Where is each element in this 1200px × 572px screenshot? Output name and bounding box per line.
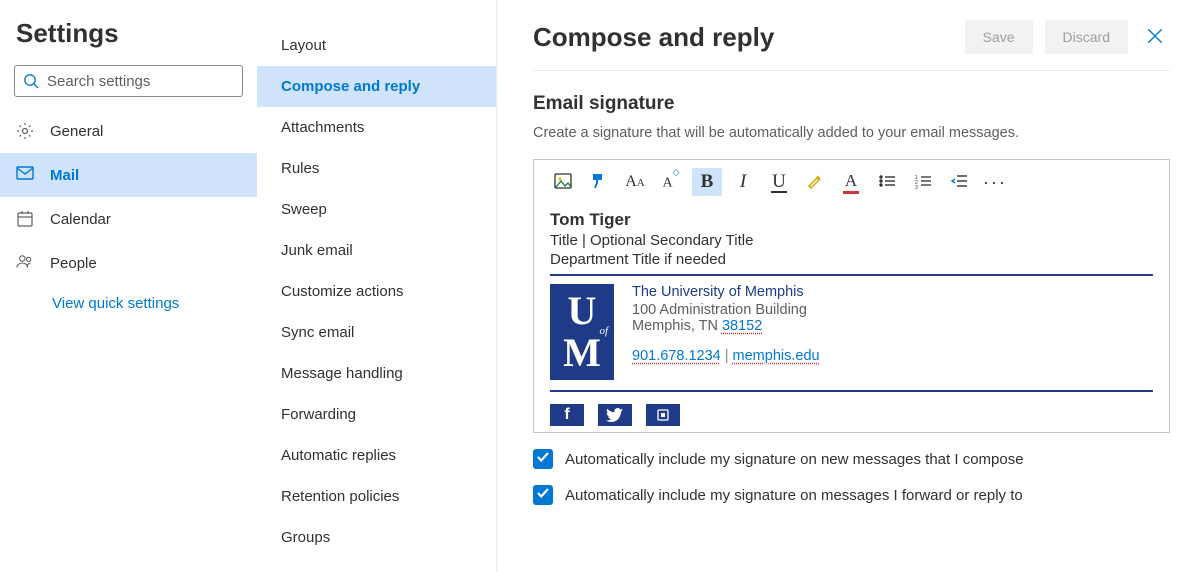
- font-size-button[interactable]: A◇: [656, 168, 686, 196]
- outdent-icon: [950, 172, 968, 193]
- number-list-icon: 123: [914, 172, 932, 193]
- signature-city: Memphis, TN: [632, 318, 722, 334]
- font-family-icon: AA: [625, 173, 645, 191]
- outdent-button[interactable]: [944, 168, 974, 196]
- highlight-icon: [806, 172, 824, 193]
- font-family-button[interactable]: AA: [620, 168, 650, 196]
- include-on-new-label: Automatically include my signature on ne…: [565, 451, 1024, 468]
- font-size-icon: A◇: [662, 173, 679, 192]
- close-button[interactable]: [1140, 22, 1170, 52]
- subnav-attachments[interactable]: Attachments: [257, 107, 496, 148]
- signature-separator: |: [721, 348, 733, 364]
- paint-brush-icon: [590, 172, 608, 193]
- check-icon: [536, 486, 550, 504]
- subnav-junk-email[interactable]: Junk email: [257, 230, 496, 271]
- people-icon: [16, 254, 34, 272]
- underline-icon: U: [771, 172, 787, 193]
- editor-toolbar: AA A◇ B I U A 123 ···: [534, 160, 1169, 204]
- discard-button[interactable]: Discard: [1045, 20, 1128, 54]
- settings-subnav: Layout Compose and reply Attachments Rul…: [257, 0, 497, 572]
- signature-name: Tom Tiger: [550, 210, 1153, 232]
- subnav-sweep[interactable]: Sweep: [257, 189, 496, 230]
- main-pane-title: Compose and reply: [533, 22, 774, 53]
- signature-editor: AA A◇ B I U A 123 ··· Tom Tiger Title | …: [533, 159, 1170, 433]
- logo-letter-m: M: [563, 337, 601, 369]
- italic-button[interactable]: I: [728, 168, 758, 196]
- underline-button[interactable]: U: [764, 168, 794, 196]
- sidebar-item-calendar[interactable]: Calendar: [0, 197, 257, 241]
- twitter-icon[interactable]: [598, 404, 632, 426]
- subnav-message-handling[interactable]: Message handling: [257, 353, 496, 394]
- save-button[interactable]: Save: [965, 20, 1033, 54]
- subnav-retention-policies[interactable]: Retention policies: [257, 476, 496, 517]
- sidebar-item-label: Mail: [50, 167, 79, 184]
- bullet-list-icon: [878, 172, 896, 193]
- page-title: Settings: [0, 18, 257, 65]
- social-icon-3[interactable]: [646, 404, 680, 426]
- social-icons-row: f: [550, 404, 1153, 426]
- signature-website: memphis.edu: [733, 348, 820, 364]
- sidebar-item-general[interactable]: General: [0, 109, 257, 153]
- numbered-list-button[interactable]: 123: [908, 168, 938, 196]
- signature-university: The University of Memphis: [632, 284, 820, 300]
- subnav-rules[interactable]: Rules: [257, 148, 496, 189]
- more-icon: ···: [983, 172, 1007, 193]
- search-icon: [23, 73, 39, 89]
- signature-title-line: Title | Optional Secondary Title: [550, 232, 1153, 251]
- subnav-compose-and-reply[interactable]: Compose and reply: [257, 66, 496, 107]
- include-on-reply-checkbox[interactable]: [533, 485, 553, 505]
- format-painter-button[interactable]: [584, 168, 614, 196]
- include-on-new-checkbox[interactable]: [533, 449, 553, 469]
- subnav-sync-email[interactable]: Sync email: [257, 312, 496, 353]
- subnav-layout[interactable]: Layout: [257, 25, 496, 66]
- subnav-forwarding[interactable]: Forwarding: [257, 394, 496, 435]
- section-description: Create a signature that will be automati…: [533, 125, 1170, 141]
- close-icon: [1146, 27, 1164, 48]
- sidebar-item-label: People: [50, 255, 97, 272]
- view-quick-settings-link[interactable]: View quick settings: [0, 285, 257, 312]
- signature-address-1: 100 Administration Building: [632, 302, 820, 318]
- bold-icon: B: [701, 171, 714, 193]
- bulleted-list-button[interactable]: [872, 168, 902, 196]
- sidebar-item-label: Calendar: [50, 211, 111, 228]
- include-on-reply-label: Automatically include my signature on me…: [565, 487, 1023, 504]
- check-icon: [536, 450, 550, 468]
- search-input-wrap[interactable]: [14, 65, 243, 97]
- highlight-button[interactable]: [800, 168, 830, 196]
- sidebar-item-people[interactable]: People: [0, 241, 257, 285]
- mail-icon: [16, 166, 34, 184]
- font-color-icon: A: [843, 171, 859, 194]
- sidebar-item-label: General: [50, 123, 103, 140]
- sidebar-item-mail[interactable]: Mail: [0, 153, 257, 197]
- section-title: Email signature: [533, 93, 1170, 115]
- bold-button[interactable]: B: [692, 168, 722, 196]
- signature-address-2: Memphis, TN 38152: [632, 318, 820, 334]
- signature-contact-line: 901.678.1234 | memphis.edu: [632, 348, 820, 364]
- insert-image-button[interactable]: [548, 168, 578, 196]
- calendar-icon: [16, 210, 34, 228]
- gear-icon: [16, 122, 34, 140]
- signature-department-line: Department Title if needed: [550, 251, 1153, 276]
- university-logo: U of M: [550, 284, 614, 380]
- facebook-icon[interactable]: f: [550, 404, 584, 426]
- italic-icon: I: [740, 171, 746, 193]
- search-input[interactable]: [47, 73, 246, 90]
- subnav-customize-actions[interactable]: Customize actions: [257, 271, 496, 312]
- svg-text:3: 3: [915, 185, 918, 190]
- signature-zip: 38152: [722, 318, 762, 334]
- image-icon: [554, 172, 572, 193]
- more-formatting-button[interactable]: ···: [980, 168, 1010, 196]
- logo-letter-u: U: [568, 295, 597, 327]
- signature-phone: 901.678.1234: [632, 348, 721, 364]
- subnav-groups[interactable]: Groups: [257, 517, 496, 558]
- font-color-button[interactable]: A: [836, 168, 866, 196]
- signature-edit-area[interactable]: Tom Tiger Title | Optional Secondary Tit…: [534, 204, 1169, 432]
- subnav-automatic-replies[interactable]: Automatic replies: [257, 435, 496, 476]
